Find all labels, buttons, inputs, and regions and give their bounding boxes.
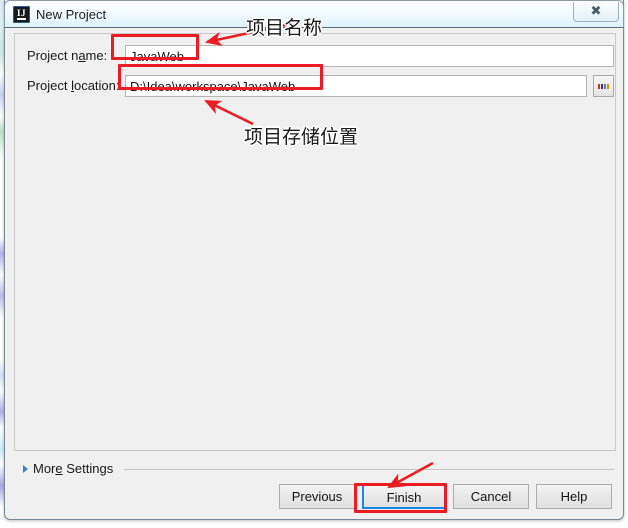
divider: [124, 469, 614, 470]
new-project-dialog: IJ New Project ✖ Project name: Project l…: [4, 0, 624, 520]
dialog-titlebar: IJ New Project ✖: [4, 0, 624, 28]
close-icon[interactable]: ✖: [573, 2, 619, 22]
project-location-label-pre: Project: [27, 78, 72, 93]
project-name-label: Project name:: [27, 45, 107, 67]
project-location-label-post: ocation:: [73, 78, 120, 93]
previous-button[interactable]: Previous: [279, 484, 355, 509]
chevron-right-icon: [23, 465, 28, 473]
more-settings-label-mnemonic: e: [55, 461, 63, 476]
project-name-label-pre: Project n: [27, 48, 79, 63]
project-name-input[interactable]: [125, 45, 614, 67]
ellipsis-icon: [598, 83, 609, 89]
project-name-row: Project name:: [15, 45, 615, 67]
dialog-title: New Project: [36, 7, 107, 22]
finish-button[interactable]: Finish: [362, 484, 446, 509]
dialog-footer: Previous Finish Cancel Help: [5, 484, 625, 520]
more-settings-label-post: Settings: [62, 461, 114, 476]
close-glyph: ✖: [590, 3, 602, 18]
browse-folder-button[interactable]: [593, 75, 614, 97]
project-name-label-post: me:: [85, 48, 108, 63]
intellij-idea-icon: IJ: [13, 6, 30, 23]
more-settings-label-pre: Mor: [33, 461, 56, 476]
project-name-label-mnemonic: a: [78, 48, 86, 63]
project-location-row: Project location:: [15, 75, 615, 97]
project-location-label: Project location:: [27, 75, 120, 97]
project-location-input[interactable]: [125, 75, 587, 97]
more-settings-section[interactable]: More Settings: [14, 460, 616, 478]
dialog-content-panel: Project name: Project location:: [14, 33, 616, 451]
help-button[interactable]: Help: [536, 484, 612, 509]
cancel-button[interactable]: Cancel: [453, 484, 529, 509]
more-settings-label: More Settings: [33, 460, 113, 478]
